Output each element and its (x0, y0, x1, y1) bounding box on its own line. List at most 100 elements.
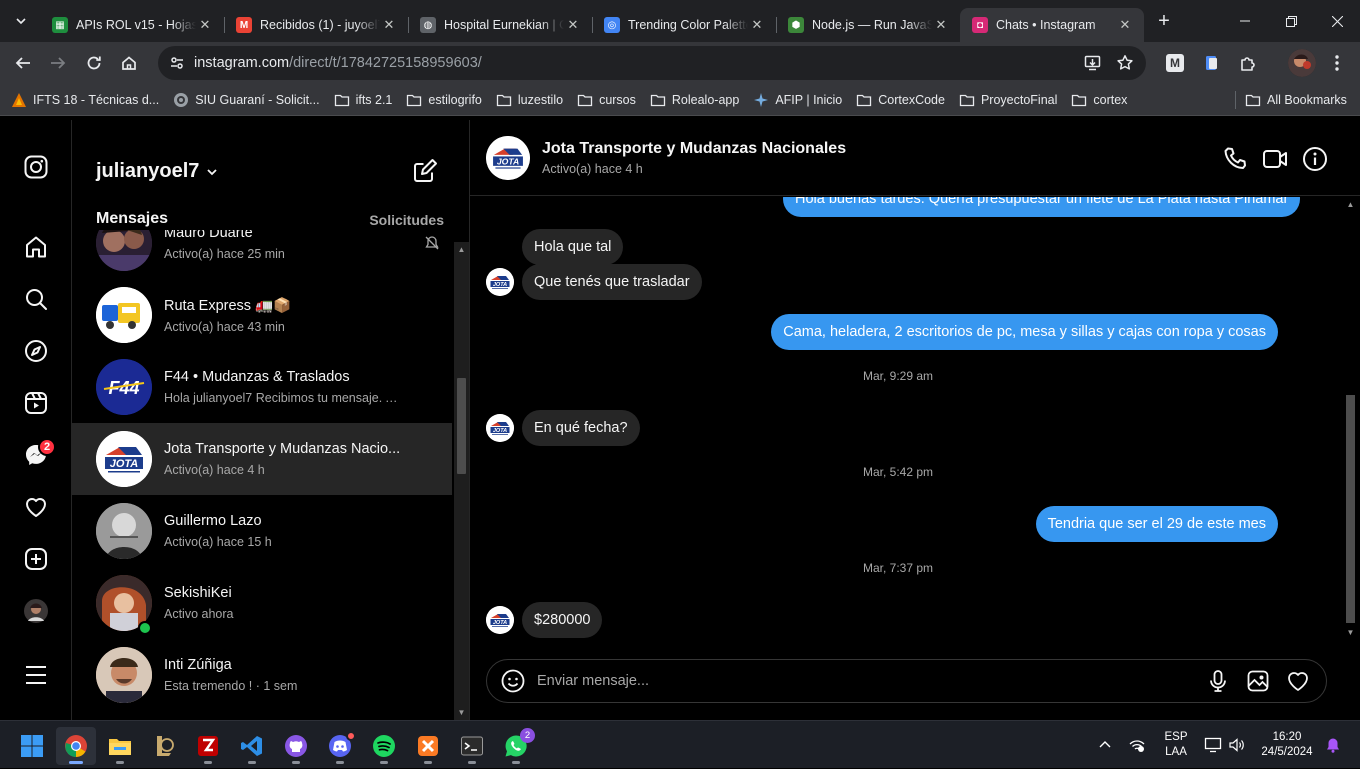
league-taskbar-button[interactable] (144, 727, 184, 765)
message-bubble-incoming[interactable]: Que tenés que trasladar (522, 264, 702, 300)
bookmark-item[interactable]: SIU Guaraní - Solicit... (166, 87, 326, 113)
thread-item[interactable]: Inti Zúñiga Esta tremendo ! · 1 sem (72, 639, 452, 711)
sender-avatar[interactable]: JOTA (486, 414, 514, 442)
thread-item[interactable]: SekishiKei Activo ahora (72, 567, 452, 639)
forward-button[interactable] (41, 46, 75, 80)
close-tab-icon[interactable]: ✕ (196, 16, 214, 34)
browser-menu-icon[interactable] (1328, 54, 1346, 72)
conversation-avatar[interactable]: JOTA (486, 136, 530, 180)
new-message-icon[interactable] (412, 158, 438, 184)
create-icon[interactable] (22, 545, 50, 573)
volume-icon[interactable] (1226, 721, 1248, 769)
notification-bell-icon[interactable] (1322, 721, 1344, 769)
chrome-taskbar-button[interactable] (56, 727, 96, 765)
clock[interactable]: 16:20 24/5/2024 (1254, 721, 1320, 769)
heart-like-icon[interactable] (1286, 669, 1310, 693)
scrollbar-thumb[interactable] (457, 378, 466, 474)
close-tab-icon[interactable]: ✕ (564, 16, 582, 34)
discord-taskbar-button[interactable] (320, 727, 360, 765)
bookmark-item[interactable]: ProyectoFinal (952, 87, 1064, 113)
whatsapp-taskbar-button[interactable]: 2 (496, 727, 536, 765)
vscode-taskbar-button[interactable] (232, 727, 272, 765)
bookmark-item[interactable]: IFTS 18 - Técnicas d... (4, 87, 166, 113)
profile-avatar[interactable] (1288, 49, 1316, 77)
search-icon[interactable] (22, 285, 50, 313)
network-icon[interactable] (1126, 721, 1148, 769)
reload-button[interactable] (77, 46, 111, 80)
audio-call-icon[interactable] (1222, 146, 1248, 172)
bookmark-item[interactable]: cortex (1064, 87, 1134, 113)
more-menu-icon[interactable] (22, 661, 50, 689)
tab[interactable]: ⬢ Node.js — Run JavaScript✕ (776, 8, 960, 42)
terminal-taskbar-button[interactable] (452, 727, 492, 765)
scroll-down-arrow[interactable]: ▼ (457, 708, 466, 717)
scroll-down-arrow[interactable]: ▼ (1346, 628, 1355, 637)
explore-compass-icon[interactable] (22, 337, 50, 365)
scroll-up-arrow[interactable]: ▲ (1346, 200, 1355, 209)
bookmark-star-icon[interactable] (1116, 54, 1134, 72)
sender-avatar[interactable]: JOTA (486, 268, 514, 296)
file-explorer-taskbar-button[interactable] (100, 727, 140, 765)
conversation-name[interactable]: Jota Transporte y Mudanzas Nacionales (542, 140, 846, 158)
tray-overflow-chevron-icon[interactable] (1094, 721, 1116, 769)
microphone-icon[interactable] (1206, 669, 1230, 693)
home-icon[interactable] (22, 233, 50, 261)
bookmark-item[interactable]: ifts 2.1 (327, 87, 400, 113)
message-bubble-incoming[interactable]: Hola que tal (522, 229, 624, 265)
tab[interactable]: ◘ Chats • Instagram ✕ (960, 8, 1144, 42)
close-tab-icon[interactable]: ✕ (380, 16, 398, 34)
bookmark-item[interactable]: Rolealo-app (643, 87, 746, 113)
profile-avatar[interactable] (22, 597, 50, 625)
tab[interactable]: ▦ APIs ROL v15 - Hojas de cálculo✕ (40, 8, 224, 42)
heart-icon[interactable] (22, 493, 50, 521)
message-bubble-incoming[interactable]: En qué fecha? (522, 410, 640, 446)
close-window-button[interactable] (1314, 0, 1360, 42)
home-button[interactable] (112, 46, 146, 80)
message-composer[interactable]: Enviar mensaje... (486, 659, 1327, 703)
message-bubble-outgoing[interactable]: Hola buenas tardes. Quería presupuestar … (783, 197, 1301, 217)
close-tab-icon[interactable]: ✕ (748, 16, 766, 34)
emoji-icon[interactable] (501, 669, 525, 693)
tab-search-button[interactable] (5, 7, 37, 35)
tab[interactable]: M Recibidos (1) - juyoel7@gmail.com✕ (224, 8, 408, 42)
extension-icon[interactable] (1203, 54, 1221, 72)
language-indicator[interactable]: ESP LAA (1156, 721, 1196, 769)
thread-item[interactable]: Guillermo Lazo Activo(a) hace 15 h (72, 495, 452, 567)
back-button[interactable] (6, 46, 40, 80)
bookmark-item[interactable]: AFIP | Inicio (746, 87, 849, 113)
thread-item[interactable]: F44 F44 • Mudanzas & Traslados Hola julian… (72, 351, 452, 423)
requests-link[interactable]: Solicitudes (369, 212, 444, 228)
instagram-logo-icon[interactable] (22, 153, 50, 181)
spotify-taskbar-button[interactable] (364, 727, 404, 765)
thread-item[interactable]: JOTA Jota Transporte y Mudanzas Nacio... A… (72, 423, 452, 495)
message-bubble-outgoing[interactable]: Tendria que ser el 29 de este mes (1035, 506, 1278, 542)
thread-item[interactable]: Ruta Express 🚛📦 Activo(a) hace 43 min (72, 279, 452, 351)
address-bar[interactable]: instagram.com/direct/t/17842725158959603… (158, 46, 1146, 80)
info-icon[interactable] (1302, 146, 1328, 172)
bookmark-item[interactable]: luzestilo (489, 87, 570, 113)
video-call-icon[interactable] (1262, 146, 1288, 172)
inbox-scrollbar[interactable]: ▲ ▼ (454, 242, 469, 720)
new-tab-button[interactable]: + (1150, 7, 1178, 35)
xampp-taskbar-button[interactable] (408, 727, 448, 765)
close-tab-icon[interactable]: ✕ (1116, 16, 1134, 34)
scrollbar-thumb[interactable] (1346, 395, 1355, 623)
reels-icon[interactable] (22, 389, 50, 417)
bookmark-item[interactable]: CortexCode (849, 87, 952, 113)
all-bookmarks-button[interactable]: All Bookmarks (1238, 87, 1354, 113)
filezilla-taskbar-button[interactable] (188, 727, 228, 765)
extensions-puzzle-icon[interactable] (1239, 54, 1257, 72)
thread-item[interactable]: Mauro Duarte Activo(a) hace 25 min (72, 230, 452, 279)
message-bubble-outgoing[interactable]: Cama, heladera, 2 escritorios de pc, mes… (771, 314, 1278, 350)
site-info-icon[interactable] (166, 52, 188, 74)
bookmark-item[interactable]: cursos (570, 87, 643, 113)
start-taskbar-button[interactable] (12, 727, 52, 765)
image-upload-icon[interactable] (1246, 669, 1270, 693)
close-tab-icon[interactable]: ✕ (932, 16, 950, 34)
sender-avatar[interactable]: JOTA (486, 606, 514, 634)
install-app-icon[interactable] (1084, 54, 1102, 72)
message-bubble-incoming[interactable]: $280000 (522, 602, 603, 638)
restore-button[interactable] (1268, 0, 1314, 42)
account-switcher[interactable]: julianyoel7 (96, 160, 219, 183)
bookmark-item[interactable]: estilogrifo (399, 87, 489, 113)
